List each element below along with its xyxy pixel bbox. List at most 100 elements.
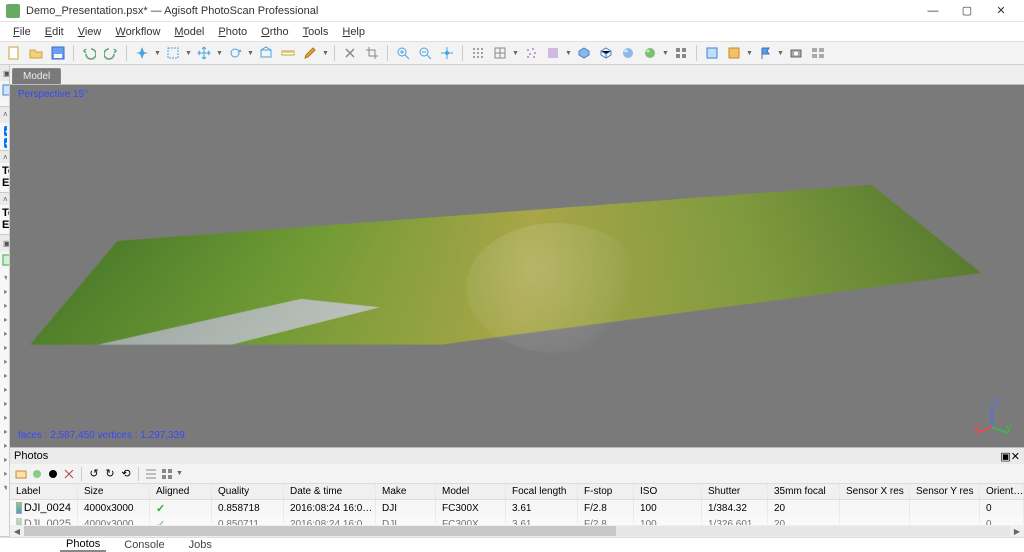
float-icon[interactable]: ▣	[3, 67, 10, 79]
tiled-icon[interactable]	[671, 43, 691, 63]
minimize-button[interactable]: —	[916, 0, 950, 22]
ortho-icon[interactable]	[702, 43, 722, 63]
fit-icon[interactable]	[437, 43, 457, 63]
close-icon[interactable]: ✕	[1011, 450, 1020, 463]
table-header[interactable]: Label Size Aligned Quality Date & time M…	[10, 484, 1024, 500]
col-quality[interactable]: Quality	[212, 484, 284, 499]
reference-panel-header[interactable]: Refer… ▣ ✕	[0, 65, 9, 81]
col-orient[interactable]: Orient…	[980, 484, 1024, 499]
dropdown-icon[interactable]: ▼	[247, 50, 254, 57]
table-row[interactable]: DJI_0024 4000x3000 ✓ 0.858718 2016:08:24…	[10, 500, 1024, 516]
tab-model[interactable]: Model	[12, 68, 61, 84]
mesh-solid-icon[interactable]	[574, 43, 594, 63]
pointcloud-icon[interactable]	[521, 43, 541, 63]
delete-icon[interactable]	[340, 43, 360, 63]
float-icon[interactable]: ▣	[3, 237, 10, 249]
horizontal-scrollbar[interactable]: ◀ ▶	[10, 525, 1024, 537]
menu-model[interactable]: Model	[167, 25, 211, 39]
col-shutter[interactable]: Shutter	[702, 484, 768, 499]
dropdown-icon[interactable]: ▼	[777, 50, 784, 57]
add-chunk-icon[interactable]	[2, 253, 10, 267]
col-model[interactable]: Model	[436, 484, 506, 499]
new-icon[interactable]	[4, 43, 24, 63]
dem-icon[interactable]	[724, 43, 744, 63]
tree-item[interactable]: ▸▫Cierv	[2, 341, 7, 355]
region-icon[interactable]	[256, 43, 276, 63]
tree-item[interactable]: ▸▫Kay_D	[2, 369, 7, 383]
maximize-button[interactable]: ▢	[950, 0, 984, 22]
tree-item[interactable]: ▸▫Cierv	[2, 313, 7, 327]
details-view-icon[interactable]	[144, 467, 158, 481]
thumbs-view-icon[interactable]	[160, 467, 174, 481]
tab-jobs[interactable]: Jobs	[183, 539, 218, 551]
tree-item[interactable]: ▸▫Strea	[2, 411, 7, 425]
pencil-icon[interactable]	[300, 43, 320, 63]
float-icon[interactable]: ▣	[1000, 450, 1010, 463]
rotate-icon[interactable]	[225, 43, 245, 63]
scroll-left-icon[interactable]: ◀	[10, 525, 24, 537]
chevron-up-icon[interactable]: ˄	[3, 193, 8, 205]
menu-help[interactable]: Help	[335, 25, 372, 39]
dropdown-icon[interactable]: ▼	[662, 50, 669, 57]
dropdown-icon[interactable]: ▼	[176, 470, 183, 477]
dropdown-icon[interactable]: ▼	[565, 50, 572, 57]
menu-tools[interactable]: Tools	[296, 25, 336, 39]
tree-item[interactable]: ▸▫Toten	[2, 397, 7, 411]
col-35mm[interactable]: 35mm focal	[768, 484, 840, 499]
tree-subitem[interactable]: ◆T	[2, 509, 9, 523]
grid-icon[interactable]	[490, 43, 510, 63]
col-iso[interactable]: ISO	[634, 484, 702, 499]
chevron-up-icon[interactable]: ˄	[3, 109, 8, 121]
menu-edit[interactable]: Edit	[38, 25, 71, 39]
dropdown-icon[interactable]: ▼	[216, 50, 223, 57]
dropdown-icon[interactable]: ▼	[185, 50, 192, 57]
menu-view[interactable]: View	[71, 25, 109, 39]
cameras-panel-header[interactable]: Cameras ˄	[0, 107, 9, 123]
delete-icon[interactable]	[62, 467, 76, 481]
photos-table[interactable]: Label Size Aligned Quality Date & time M…	[10, 484, 1024, 525]
tree-item[interactable]: ▸▫ALL (	[2, 467, 7, 481]
tree-subitem[interactable]: ▸🗀C	[2, 495, 9, 509]
redo-icon[interactable]	[101, 43, 121, 63]
col-label[interactable]: Label	[10, 484, 78, 499]
close-button[interactable]: ✕	[984, 0, 1018, 22]
add-icon[interactable]	[14, 467, 28, 481]
menu-photo[interactable]: Photo	[211, 25, 254, 39]
col-focal[interactable]: Focal length	[506, 484, 578, 499]
col-aligned[interactable]: Aligned	[150, 484, 212, 499]
col-size[interactable]: Size	[78, 484, 150, 499]
navigate-icon[interactable]	[132, 43, 152, 63]
select-rect-icon[interactable]	[163, 43, 183, 63]
undo-icon[interactable]	[79, 43, 99, 63]
tree-root[interactable]: ▾🗀Workspa	[2, 271, 7, 285]
scroll-right-icon[interactable]: ▶	[1010, 525, 1024, 537]
tab-photos[interactable]: Photos	[60, 538, 106, 552]
camera-item[interactable]: 📷 DJI	[2, 137, 7, 149]
mesh-shaded-icon[interactable]	[618, 43, 638, 63]
col-make[interactable]: Make	[376, 484, 436, 499]
tree-item[interactable]: ▸▫ALL (	[2, 425, 7, 439]
rotate-right-icon[interactable]: ↻	[103, 467, 117, 481]
import-icon[interactable]	[2, 83, 10, 97]
menu-ortho[interactable]: Ortho	[254, 25, 296, 39]
enable-icon[interactable]	[30, 467, 44, 481]
dropdown-icon[interactable]: ▼	[154, 50, 161, 57]
camera-item[interactable]: 📷 DJI	[2, 125, 7, 137]
tree-item[interactable]: ▸▫Kay_D	[2, 383, 7, 397]
mesh-model[interactable]	[11, 180, 1018, 372]
dropdown-icon[interactable]: ▼	[512, 50, 519, 57]
rotate-left-icon[interactable]: ↺	[87, 467, 101, 481]
tree-item[interactable]: ▸▫Cierv	[2, 327, 7, 341]
tree-item[interactable]: ▸▫Tunst	[2, 285, 7, 299]
table-row[interactable]: DJI_0025 4000x3000 ✓ 0.850711 2016:08:24…	[10, 516, 1024, 525]
chevron-up-icon[interactable]: ˄	[3, 151, 8, 163]
marker-flag-icon[interactable]	[755, 43, 775, 63]
workspace-panel-header[interactable]: Work… ▣ ✕	[0, 235, 9, 251]
col-datetime[interactable]: Date & time	[284, 484, 376, 499]
camera-checkbox[interactable]	[4, 138, 7, 148]
photos-panel-header[interactable]: Photos ▣ ✕	[10, 448, 1024, 464]
menu-workflow[interactable]: Workflow	[108, 25, 167, 39]
tree-item[interactable]: ▸▫CERC	[2, 439, 7, 453]
3d-viewport[interactable]: Perspective 15° faces : 2,587,450 vertic…	[10, 85, 1024, 447]
menu-file[interactable]: File	[6, 25, 38, 39]
